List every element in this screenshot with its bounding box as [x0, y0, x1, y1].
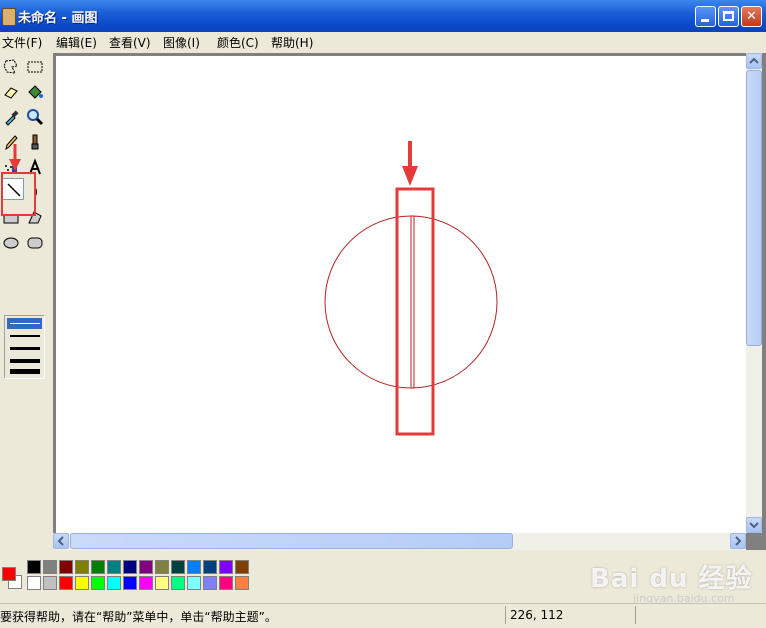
fill-tool[interactable]	[24, 81, 46, 103]
arrow-up-icon	[749, 57, 759, 64]
select-icon	[27, 61, 43, 73]
scroll-down-button[interactable]	[746, 517, 762, 533]
line-width-4[interactable]	[10, 359, 40, 363]
color-swatch[interactable]	[27, 576, 41, 590]
drawn-vertical-rectangle	[410, 215, 415, 389]
color-swatch[interactable]	[139, 560, 153, 574]
horizontal-scroll-thumb[interactable]	[70, 533, 513, 549]
maximize-icon	[723, 11, 734, 21]
maximize-button[interactable]	[718, 6, 739, 27]
status-bar: 要获得帮助，请在“帮助”菜单中，单击“帮助主题”。 226, 112	[0, 603, 766, 628]
color-swatch[interactable]	[155, 560, 169, 574]
magnifier-icon	[27, 109, 44, 126]
highlight-box	[395, 187, 435, 436]
status-separator	[505, 606, 506, 624]
minimize-button[interactable]	[695, 6, 716, 27]
color-swatch[interactable]	[107, 560, 121, 574]
scroll-up-button[interactable]	[746, 53, 762, 69]
color-swatch[interactable]	[27, 560, 41, 574]
rounded-rectangle-tool[interactable]	[24, 231, 46, 253]
color-swatch[interactable]	[75, 576, 89, 590]
color-swatch[interactable]	[235, 560, 249, 574]
color-swatch[interactable]	[203, 560, 217, 574]
menu-colors[interactable]: 颜色(C)	[217, 34, 259, 51]
color-swatch[interactable]	[91, 576, 105, 590]
color-swatch[interactable]	[123, 576, 137, 590]
tool-arrow-down-icon	[9, 159, 21, 171]
color-swatch[interactable]	[91, 560, 105, 574]
color-swatch[interactable]	[235, 576, 249, 590]
ellipse-tool[interactable]	[0, 231, 22, 253]
eraser-tool[interactable]	[0, 81, 22, 103]
line-tool-highlight-box	[1, 172, 36, 216]
menu-image[interactable]: 图像(I)	[163, 34, 200, 51]
eraser-icon	[4, 87, 18, 99]
magnifier-tool[interactable]	[24, 106, 46, 128]
tool-box	[0, 53, 52, 531]
title-bar[interactable]: 未命名 - 画图 ✕	[0, 0, 766, 32]
tool-annotation-overlay	[1, 144, 36, 216]
arrow-left-icon	[57, 536, 64, 546]
select-tool[interactable]	[24, 56, 46, 78]
pick-color-tool[interactable]	[0, 106, 22, 128]
color-swatch[interactable]	[43, 576, 57, 590]
scroll-left-button[interactable]	[53, 533, 69, 549]
color-swatch[interactable]	[107, 576, 121, 590]
canvas-arrow-down-icon	[402, 166, 418, 186]
color-swatch[interactable]	[171, 560, 185, 574]
color-swatch[interactable]	[43, 560, 57, 574]
color-swatch[interactable]	[123, 560, 137, 574]
status-coordinates: 226, 112	[510, 608, 564, 622]
watermark-main: Bai du 经验	[590, 564, 753, 594]
line-width-1[interactable]	[10, 323, 40, 324]
minimize-icon	[701, 19, 709, 22]
close-button[interactable]: ✕	[741, 6, 762, 27]
canvas-drawing	[324, 141, 498, 436]
vertical-scroll-thumb[interactable]	[746, 70, 762, 346]
color-swatch[interactable]	[219, 576, 233, 590]
line-width-5[interactable]	[10, 369, 40, 374]
free-form-select-icon	[3, 59, 18, 74]
arrow-down-icon	[749, 522, 759, 529]
close-icon: ✕	[746, 9, 757, 24]
vertical-scrollbar[interactable]	[746, 53, 762, 533]
scroll-right-button[interactable]	[730, 533, 746, 549]
line-width-3[interactable]	[10, 347, 40, 350]
baidu-watermark: Bai du 经验 jingyan.baidu.com	[585, 548, 755, 608]
arrow-right-icon	[735, 536, 742, 546]
paint-app-icon[interactable]	[2, 8, 16, 26]
status-separator	[635, 606, 636, 624]
menu-bar: 文件(F) 编辑(E) 查看(V) 图像(I) 颜色(C) 帮助(H)	[0, 32, 766, 51]
free-form-select-tool[interactable]	[0, 56, 22, 78]
menu-file[interactable]: 文件(F)	[2, 34, 42, 51]
ellipse-icon	[3, 237, 19, 249]
line-width-options	[4, 315, 45, 379]
color-swatch[interactable]	[139, 576, 153, 590]
foreground-color-swatch[interactable]	[2, 567, 16, 581]
drawing-canvas[interactable]	[56, 56, 746, 534]
line-width-2[interactable]	[10, 335, 40, 337]
menu-help[interactable]: 帮助(H)	[271, 34, 313, 51]
color-swatch[interactable]	[187, 560, 201, 574]
color-swatch[interactable]	[171, 576, 185, 590]
color-swatch[interactable]	[155, 576, 169, 590]
color-swatch[interactable]	[187, 576, 201, 590]
color-swatch[interactable]	[59, 560, 73, 574]
eyedropper-icon	[5, 110, 19, 126]
menu-view[interactable]: 查看(V)	[109, 34, 151, 51]
color-swatch[interactable]	[59, 576, 73, 590]
menu-edit[interactable]: 编辑(E)	[56, 34, 97, 51]
canvas-area	[53, 53, 766, 550]
color-swatch[interactable]	[203, 576, 217, 590]
color-swatch[interactable]	[219, 560, 233, 574]
current-colors	[0, 561, 24, 593]
status-help-text: 要获得帮助，请在“帮助”菜单中，单击“帮助主题”。	[0, 610, 277, 624]
paint-bucket-icon	[28, 85, 43, 99]
window-title: 未命名 - 画图	[18, 11, 98, 26]
rounded-rectangle-icon	[27, 237, 43, 249]
color-swatch[interactable]	[75, 560, 89, 574]
